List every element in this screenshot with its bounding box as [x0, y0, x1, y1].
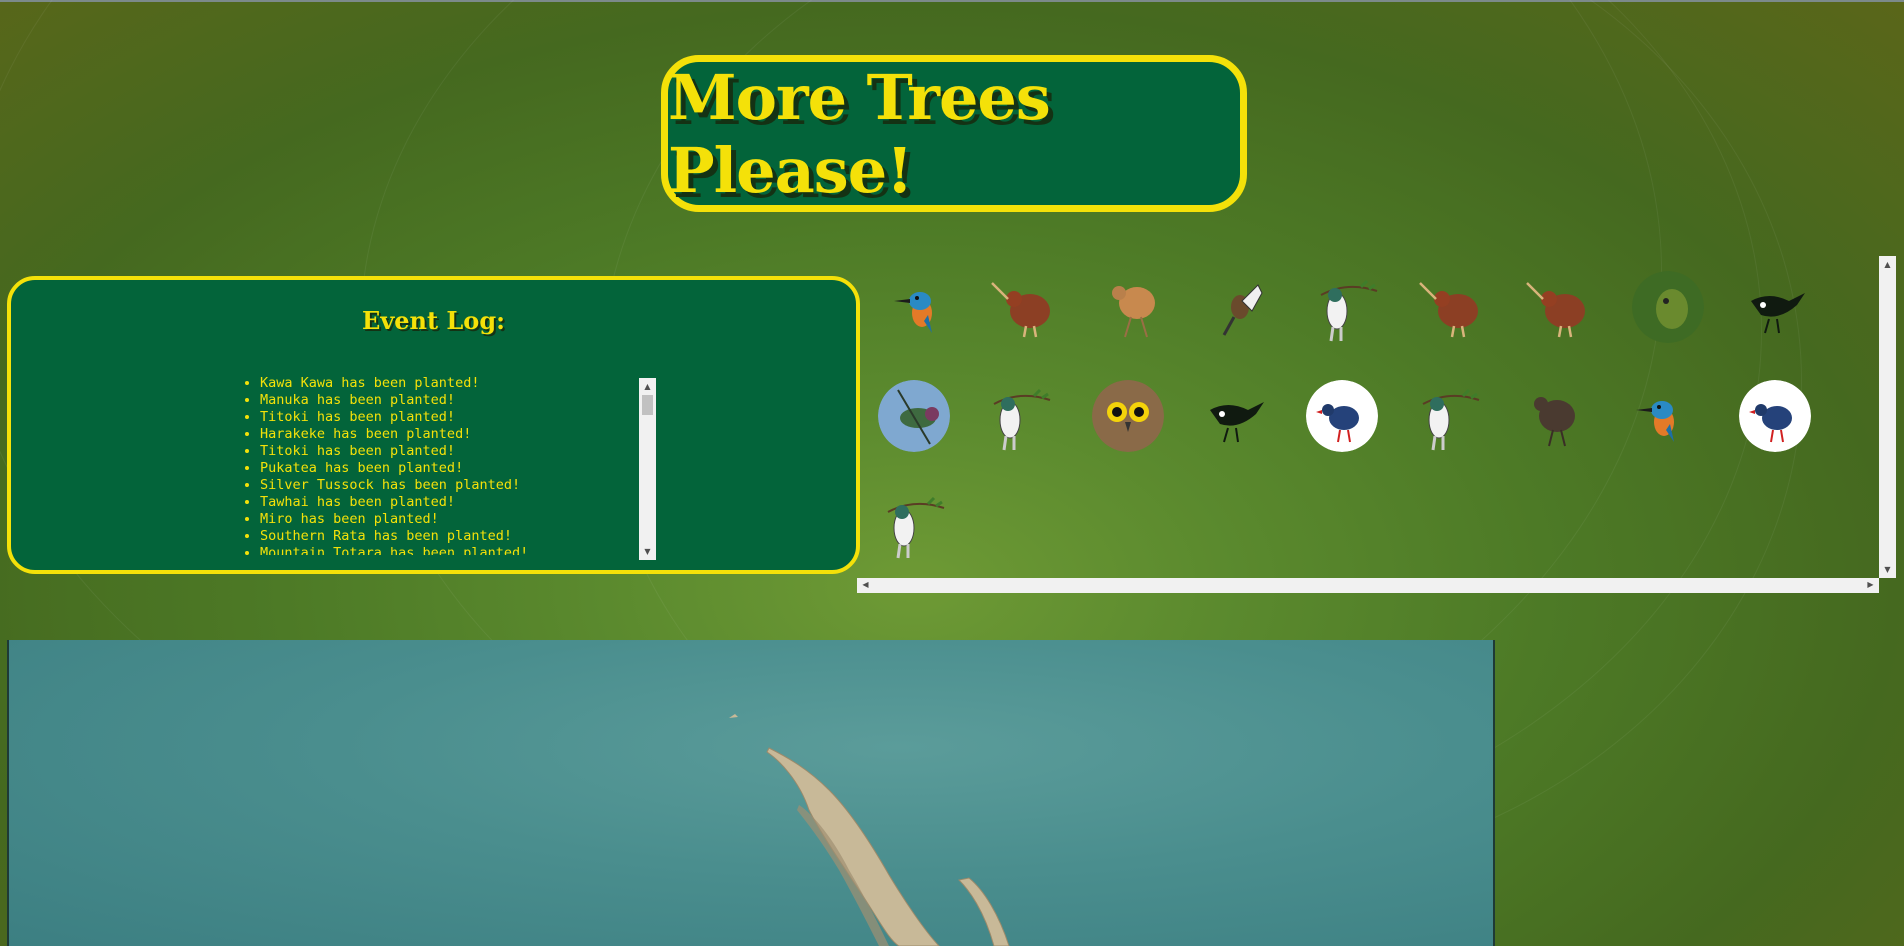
kereru-icon[interactable]: [984, 380, 1056, 452]
birds-gallery[interactable]: [859, 256, 1881, 578]
scroll-right-arrow-icon[interactable]: ▶: [1862, 577, 1879, 592]
birds-vertical-scrollbar[interactable]: ▲ ▼: [1879, 256, 1896, 578]
pukeko-icon[interactable]: [1739, 380, 1811, 452]
log-entry: Miro has been planted!: [260, 511, 646, 528]
kingfisher-icon[interactable]: [1626, 380, 1698, 452]
kereru-icon[interactable]: [878, 488, 950, 560]
kiwi-icon[interactable]: [1418, 271, 1490, 343]
log-entry: Pukatea has been planted!: [260, 460, 646, 477]
pukeko-icon[interactable]: [1306, 380, 1378, 452]
weka-icon[interactable]: [1097, 271, 1169, 343]
event-log-list-container[interactable]: Kawa Kawa has been planted! Manuka has b…: [236, 375, 646, 555]
tui-icon[interactable]: [1739, 271, 1811, 343]
scroll-down-arrow-icon[interactable]: ▼: [1879, 561, 1896, 578]
scroll-down-arrow-icon[interactable]: ▼: [639, 543, 656, 560]
event-log-scroll-thumb[interactable]: [642, 395, 653, 415]
kiwi-icon[interactable]: [1525, 271, 1597, 343]
event-log-scrollbar[interactable]: ▲ ▼: [639, 378, 656, 560]
scroll-up-arrow-icon[interactable]: ▲: [1879, 256, 1896, 273]
event-log-list: Kawa Kawa has been planted! Manuka has b…: [236, 375, 646, 555]
log-entry: Kawa Kawa has been planted!: [260, 375, 646, 392]
kakapo-icon[interactable]: [1632, 271, 1704, 343]
kiwi-icon[interactable]: [990, 271, 1062, 343]
window-top-border: [0, 0, 1904, 2]
tui-icon[interactable]: [1198, 380, 1270, 452]
log-entry: Harakeke has been planted!: [260, 426, 646, 443]
log-entry: Titoki has been planted!: [260, 409, 646, 426]
birds-horizontal-scrollbar[interactable]: ◀ ▶: [857, 578, 1879, 593]
weka-icon[interactable]: [1519, 380, 1591, 452]
event-log-title: Event Log:: [362, 306, 505, 335]
title-banner: More Trees Please!: [661, 55, 1247, 212]
kereru-icon[interactable]: [1311, 271, 1383, 343]
map-terrain: [729, 714, 1010, 946]
kereru-icon[interactable]: [1413, 380, 1485, 452]
log-entry: Titoki has been planted!: [260, 443, 646, 460]
fantail-icon[interactable]: [1204, 271, 1276, 343]
scroll-up-arrow-icon[interactable]: ▲: [639, 378, 656, 395]
new-zealand-map[interactable]: [7, 640, 1495, 946]
morepork-icon[interactable]: [1092, 380, 1164, 452]
log-entry: Silver Tussock has been planted!: [260, 477, 646, 494]
event-log-panel: Event Log: Kawa Kawa has been planted! M…: [7, 276, 860, 574]
bellbird-icon[interactable]: [878, 380, 950, 452]
scroll-left-arrow-icon[interactable]: ◀: [857, 577, 874, 592]
log-entry: Southern Rata has been planted!: [260, 528, 646, 545]
page-title: More Trees Please!: [668, 60, 1051, 207]
kingfisher-icon[interactable]: [884, 271, 956, 343]
log-entry: Tawhai has been planted!: [260, 494, 646, 511]
log-entry: Manuka has been planted!: [260, 392, 646, 409]
log-entry: Mountain Totara has been planted!: [260, 545, 646, 555]
